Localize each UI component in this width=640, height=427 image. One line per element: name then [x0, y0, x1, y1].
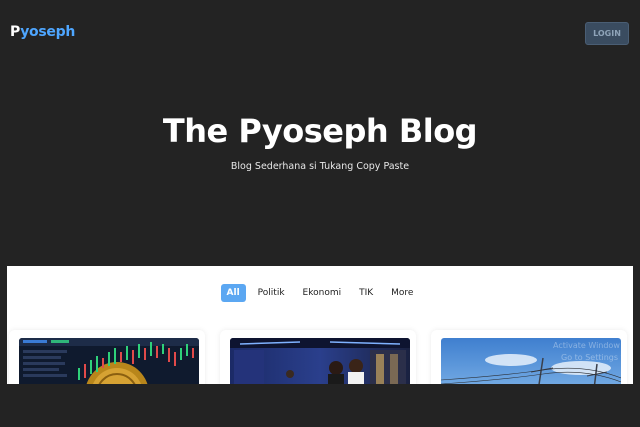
- post-thumbnail-server-room[interactable]: [230, 338, 410, 384]
- page-subtitle: Blog Sederhana si Tukang Copy Paste: [230, 161, 410, 172]
- category-tabs: All Politik Ekonomi TIK More: [7, 284, 633, 302]
- post-thumbnail-bitcoin[interactable]: [19, 338, 199, 384]
- post-card[interactable]: [9, 330, 205, 384]
- tab-more[interactable]: More: [385, 284, 419, 302]
- post-thumbnail-sky[interactable]: Activate Window Go to Settings to act: [441, 338, 621, 384]
- brand-first-letter: P: [10, 24, 21, 40]
- watermark-line2: Go to Settings to act: [561, 353, 621, 362]
- navbar: Pyoseph LOGIN: [0, 0, 640, 68]
- right-edge-strip: [633, 266, 640, 384]
- tab-tik[interactable]: TIK: [353, 284, 379, 302]
- brand-rest: yoseph: [20, 24, 75, 40]
- bottom-band: [0, 384, 640, 427]
- page-title: The Pyoseph Blog: [162, 112, 478, 150]
- brand-logo[interactable]: Pyoseph: [10, 24, 75, 40]
- watermark-line1: Activate Window: [553, 341, 620, 350]
- tab-ekonomi[interactable]: Ekonomi: [297, 284, 348, 302]
- tab-politik[interactable]: Politik: [252, 284, 291, 302]
- login-button[interactable]: LOGIN: [585, 22, 629, 45]
- post-card[interactable]: [220, 330, 416, 384]
- post-card[interactable]: Activate Window Go to Settings to act: [431, 330, 627, 384]
- tab-all[interactable]: All: [220, 284, 246, 302]
- posts-section: All Politik Ekonomi TIK More Activate Wi…: [7, 266, 633, 384]
